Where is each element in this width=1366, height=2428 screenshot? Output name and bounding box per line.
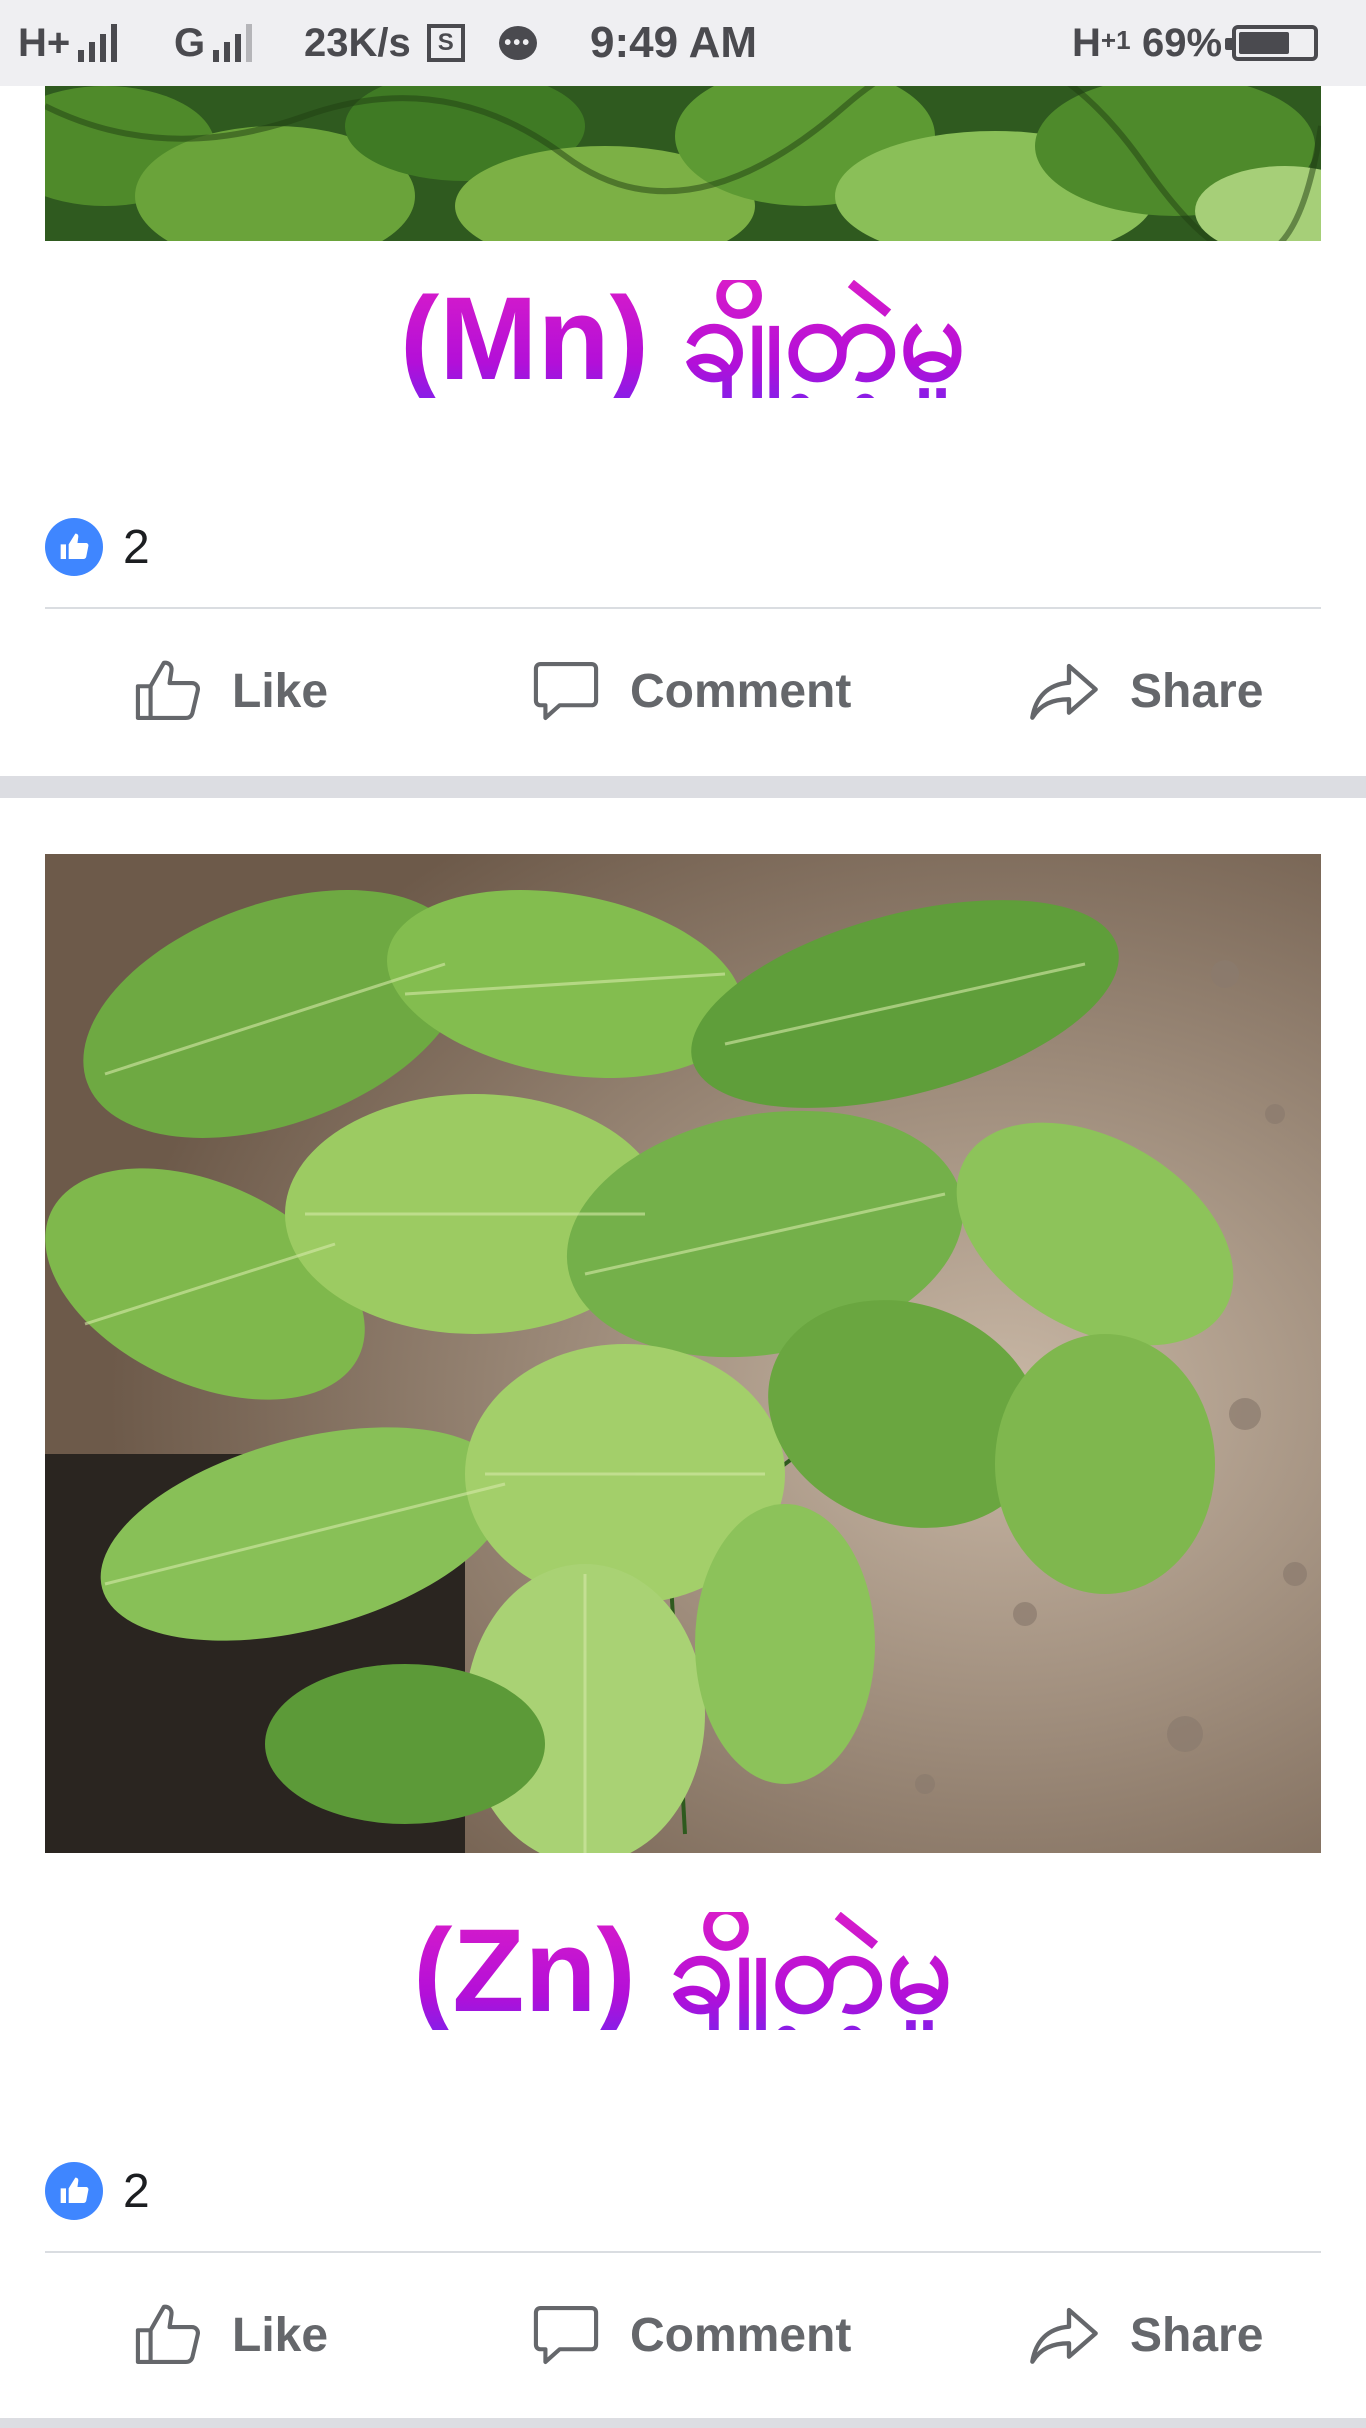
network-indicator-2: G xyxy=(174,0,253,86)
clock: 9:49 AM xyxy=(590,0,757,86)
network-indicator-3: H +1 xyxy=(1072,0,1131,86)
screenshot-icon: S xyxy=(426,24,465,62)
data-speed-label: 23K/s xyxy=(304,20,411,65)
thumbs-up-icon xyxy=(135,660,200,720)
reaction-summary[interactable]: 2 xyxy=(45,2162,150,2220)
speech-bubble-icon xyxy=(533,2306,599,2364)
divider xyxy=(45,607,1321,609)
thumbs-up-icon xyxy=(135,2304,200,2364)
post-caption: (Mn) ချို့တဲ့မှု xyxy=(0,280,1366,398)
network-type-label: H xyxy=(1072,20,1101,65)
share-button[interactable]: Share xyxy=(1024,2280,1263,2390)
share-label: Share xyxy=(1130,2308,1264,2362)
share-arrow-icon xyxy=(1030,2307,1098,2364)
signal-strength-icon xyxy=(78,24,118,62)
post-actions: Like Comment Share xyxy=(0,636,1366,746)
comment-label: Comment xyxy=(630,664,852,718)
like-reaction-icon xyxy=(45,2162,103,2220)
post-actions: Like Comment Share xyxy=(0,2280,1366,2390)
divider xyxy=(45,2251,1321,2253)
chat-icon: ••• xyxy=(498,26,537,60)
reaction-count: 2 xyxy=(123,520,150,574)
like-reaction-icon xyxy=(45,518,103,576)
battery-percent: 69% xyxy=(1142,20,1223,65)
network-sup-label: +1 xyxy=(1100,24,1131,55)
like-button[interactable]: Like xyxy=(130,636,328,746)
share-button[interactable]: Share xyxy=(1024,636,1263,746)
like-button[interactable]: Like xyxy=(130,2280,328,2390)
comment-label: Comment xyxy=(630,2308,852,2362)
share-label: Share xyxy=(1130,664,1264,718)
network-indicator-1: H+ xyxy=(18,0,118,86)
like-label: Like xyxy=(232,664,329,718)
data-speed: 23K/s S ••• xyxy=(304,0,537,86)
pepper-plant-image xyxy=(45,854,1321,1853)
network-type-label: G xyxy=(174,20,206,65)
like-label: Like xyxy=(232,2308,329,2362)
post-caption: (Zn) ချို့တဲ့မှု xyxy=(0,1912,1366,2030)
battery-icon xyxy=(1225,25,1319,61)
signal-strength-icon xyxy=(213,24,253,62)
battery-indicator: 69% xyxy=(1142,0,1319,86)
speech-bubble-icon xyxy=(533,662,599,720)
feed-separator xyxy=(0,776,1366,798)
plant-leaves-image xyxy=(45,86,1321,241)
reaction-summary[interactable]: 2 xyxy=(45,518,150,576)
feed-separator xyxy=(0,2418,1366,2428)
reaction-count: 2 xyxy=(123,2164,150,2218)
time-label: 9:49 AM xyxy=(590,18,758,67)
status-bar: H+ G 23K/s S ••• 9:49 AM H +1 69% xyxy=(0,0,1366,86)
comment-button[interactable]: Comment xyxy=(528,2280,851,2390)
comment-button[interactable]: Comment xyxy=(528,636,851,746)
post-photo-2[interactable] xyxy=(45,854,1321,1853)
post-photo-1[interactable] xyxy=(45,86,1321,241)
share-arrow-icon xyxy=(1030,663,1098,720)
network-type-label: H+ xyxy=(18,20,71,65)
